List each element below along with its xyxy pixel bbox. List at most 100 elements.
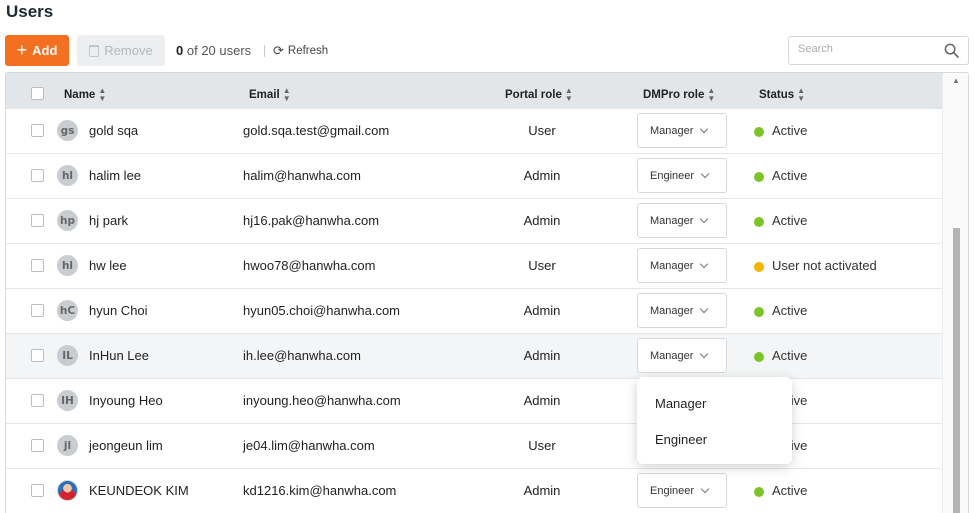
row-checkbox[interactable] <box>31 484 44 497</box>
scrollbar-thumb[interactable] <box>953 228 960 513</box>
row-checkbox[interactable] <box>31 349 44 362</box>
portal-role: Admin <box>523 348 561 363</box>
dmpro-role-value: Manager <box>650 214 694 227</box>
user-email: hwoo78@hanwha.com <box>243 258 376 273</box>
user-name: halim lee <box>89 168 142 183</box>
dropdown-option-engineer[interactable]: Engineer <box>655 432 707 447</box>
dmpro-role-value: Engineer <box>650 169 695 182</box>
select-all-checkbox[interactable] <box>31 87 44 100</box>
avatar <box>57 480 78 501</box>
status-text: Active <box>772 168 808 183</box>
dropdown-option-manager[interactable]: Manager <box>655 396 706 411</box>
header-email-label: Email <box>249 89 280 101</box>
header-status[interactable]: Status ▲ ▼ <box>759 87 805 103</box>
user-name: hw lee <box>89 258 127 273</box>
chevron-down-icon <box>700 484 710 494</box>
avatar: gs <box>57 120 78 141</box>
table-row[interactable]: jl jeongeun lim je04.lim@hanwha.com User… <box>6 424 943 469</box>
header-status-label: Status <box>759 89 795 101</box>
row-checkbox[interactable] <box>31 439 44 452</box>
table-row[interactable]: gs gold sqa gold.sqa.test@gmail.com User… <box>6 109 943 154</box>
remove-button[interactable]: Remove <box>77 35 165 66</box>
chevron-down-icon <box>700 124 709 134</box>
add-button[interactable]: + Add <box>5 35 69 66</box>
dmpro-role-value: Manager <box>650 259 694 272</box>
status-dot <box>754 127 764 137</box>
status-dot <box>754 487 764 497</box>
remove-button-label: Remove <box>104 43 153 58</box>
header-name[interactable]: Name ▲ ▼ <box>64 87 106 103</box>
portal-role: Admin <box>523 168 561 183</box>
portal-role: Admin <box>523 213 561 228</box>
user-name: hyun Choi <box>89 303 148 318</box>
chevron-down-icon <box>700 349 709 359</box>
sort-icon: ▲ ▼ <box>282 86 291 103</box>
dmpro-role-select[interactable]: Engineer <box>637 473 727 508</box>
sort-icon: ▲ ▼ <box>707 86 716 103</box>
sort-icon: ▲ ▼ <box>564 86 573 103</box>
user-name: gold sqa <box>89 123 139 138</box>
user-name: hj park <box>89 213 129 228</box>
vertical-scrollbar[interactable]: ▲ <box>942 73 968 513</box>
row-checkbox[interactable] <box>31 259 44 272</box>
dmpro-role-select[interactable]: Manager <box>637 203 727 238</box>
user-name: jeongeun lim <box>89 438 163 453</box>
user-email: halim@hanwha.com <box>243 168 361 183</box>
status-dot <box>754 262 764 272</box>
avatar: hp <box>57 210 78 231</box>
refresh-button[interactable]: ⟳ Refresh <box>273 43 328 59</box>
status-dot <box>754 307 764 317</box>
table-row[interactable]: hl halim lee halim@hanwha.com Admin Engi… <box>6 154 943 199</box>
dmpro-role-select[interactable]: Manager <box>637 338 727 373</box>
scroll-up-arrow-icon[interactable]: ▲ <box>952 76 960 85</box>
portal-role: User <box>528 258 556 273</box>
dmpro-role-value: Engineer <box>650 484 695 497</box>
table-header: Name ▲ ▼ Email ▲ ▼ Portal role ▲ ▼ DMPro ro… <box>6 73 943 114</box>
header-portal-role[interactable]: Portal role ▲ ▼ <box>505 87 573 103</box>
avatar: IH <box>57 390 78 411</box>
table-row[interactable]: KEUNDEOK KIM kd1216.kim@hanwha.com Admin… <box>6 469 943 513</box>
table-row[interactable]: IH Inyoung Heo inyoung.heo@hanwha.com Ad… <box>6 379 943 424</box>
dmpro-role-select[interactable]: Engineer <box>637 158 727 193</box>
row-checkbox[interactable] <box>31 214 44 227</box>
search-input[interactable] <box>798 43 938 55</box>
portal-role: Admin <box>523 303 561 318</box>
user-email: hj16.pak@hanwha.com <box>243 213 380 228</box>
portal-role: User <box>528 438 556 453</box>
avatar: hC <box>57 300 78 321</box>
user-email: inyoung.heo@hanwha.com <box>243 393 401 408</box>
avatar: hl <box>57 255 78 276</box>
table-row[interactable]: hl hw lee hwoo78@hanwha.com User Manager… <box>6 244 943 289</box>
table-row[interactable]: IL InHun Lee ih.lee@hanwha.com Admin Man… <box>6 334 943 379</box>
table-row[interactable]: hp hj park hj16.pak@hanwha.com Admin Man… <box>6 199 943 244</box>
user-name: KEUNDEOK KIM <box>89 483 189 498</box>
toolbar: + Add Remove 0 of 20 users ⟳ Refresh <box>5 35 969 66</box>
row-checkbox[interactable] <box>31 394 44 407</box>
portal-role: Admin <box>523 483 561 498</box>
header-name-label: Name <box>64 89 96 101</box>
header-dmpro-role-label: DMPro role <box>643 89 705 101</box>
status-text: Active <box>772 483 808 498</box>
status-text: Active <box>772 213 808 228</box>
search-icon[interactable] <box>944 43 959 58</box>
dmpro-role-select[interactable]: Manager <box>637 113 727 148</box>
header-portal-role-label: Portal role <box>505 89 562 101</box>
row-checkbox[interactable] <box>31 124 44 137</box>
portal-role: User <box>528 123 556 138</box>
status-text: Active <box>772 348 808 363</box>
status-dot <box>754 172 764 182</box>
row-checkbox[interactable] <box>31 169 44 182</box>
header-email[interactable]: Email ▲ ▼ <box>249 87 291 103</box>
trash-icon <box>89 44 100 57</box>
user-name: Inyoung Heo <box>89 393 163 408</box>
dmpro-role-select[interactable]: Manager <box>637 248 727 283</box>
header-dmpro-role[interactable]: DMPro role ▲ ▼ <box>643 87 715 103</box>
portal-role: Admin <box>523 393 561 408</box>
user-email: kd1216.kim@hanwha.com <box>243 483 397 498</box>
table-row[interactable]: hC hyun Choi hyun05.choi@hanwha.com Admi… <box>6 289 943 334</box>
chevron-down-icon <box>700 214 709 224</box>
user-name: InHun Lee <box>89 348 149 363</box>
dmpro-role-select[interactable]: Manager <box>637 293 727 328</box>
user-email: hyun05.choi@hanwha.com <box>243 303 401 318</box>
row-checkbox[interactable] <box>31 304 44 317</box>
